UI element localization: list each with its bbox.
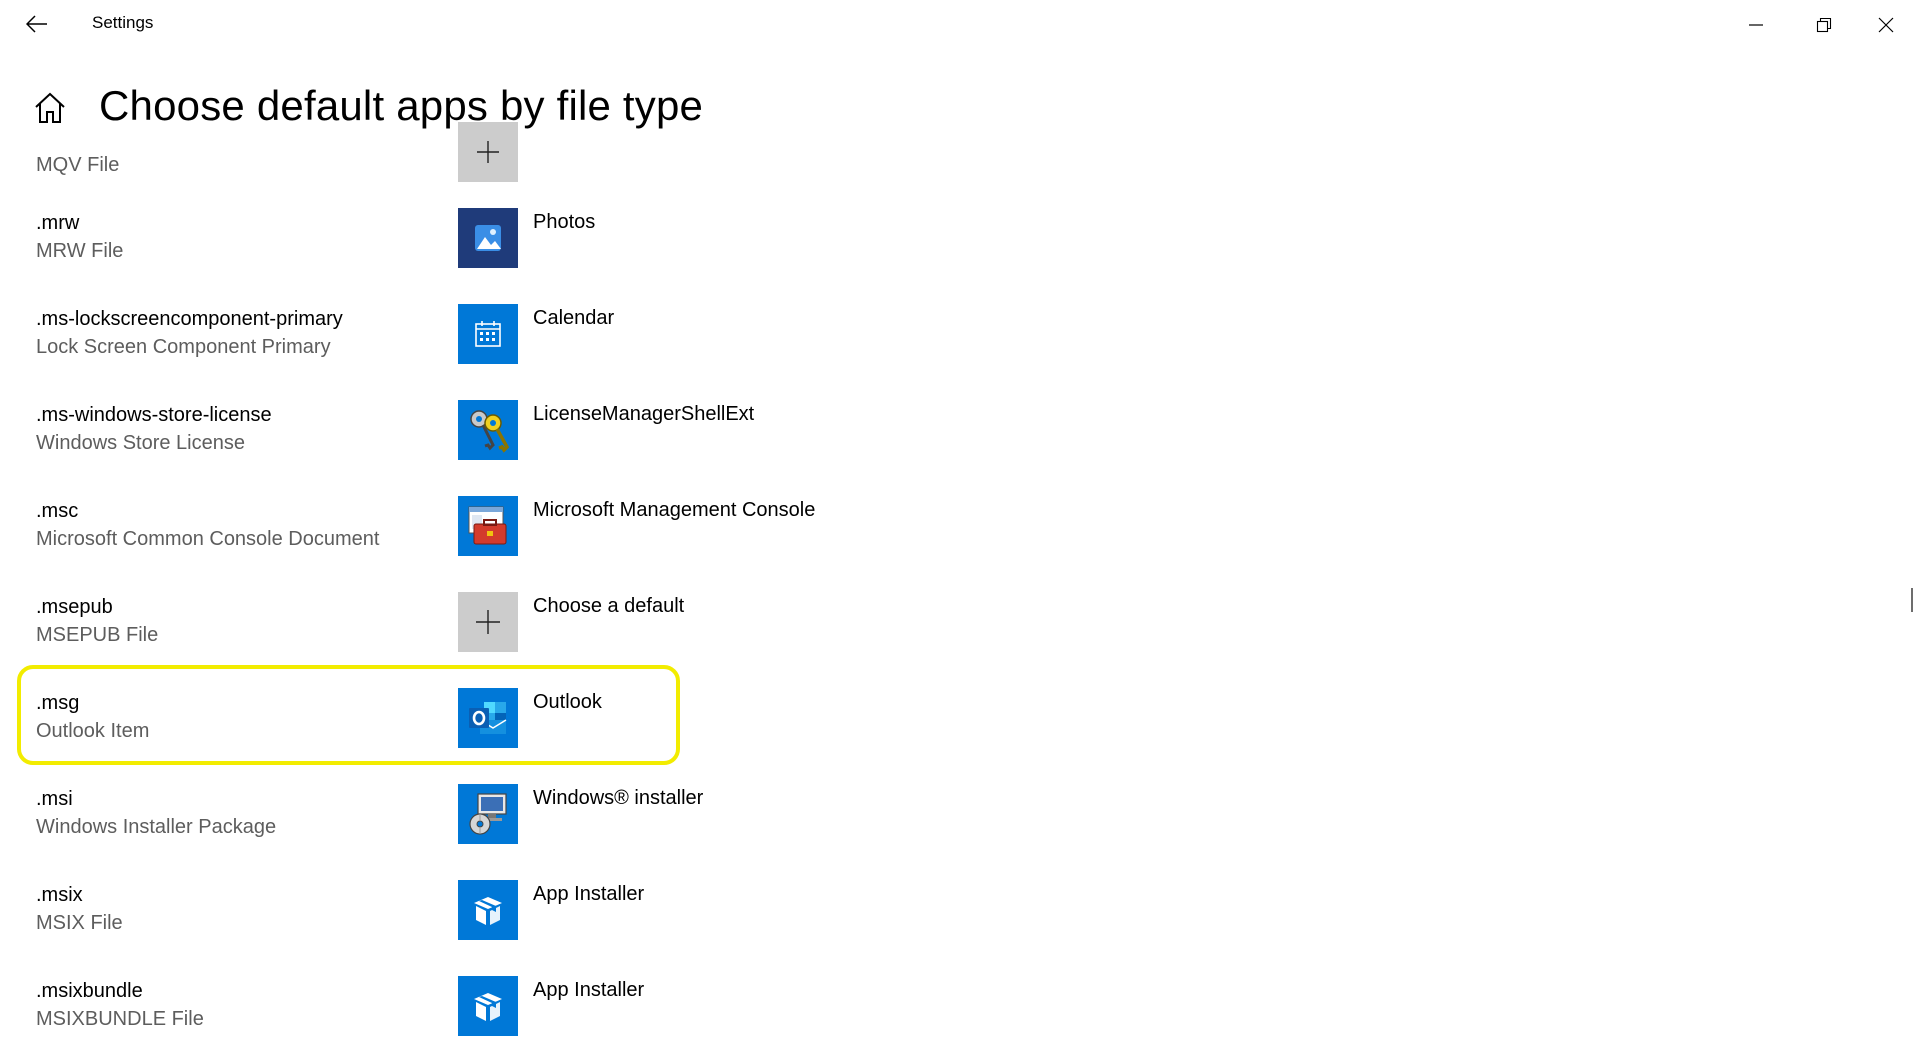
default-app-name: Calendar — [533, 307, 615, 329]
default-app-button[interactable]: Microsoft Management Console — [458, 496, 878, 558]
default-app-button[interactable]: App Installer — [458, 976, 878, 1038]
file-type-list: MQV File .mrw MRW File Photos .ms-locksc… — [0, 0, 1900, 1036]
list-item: .msix MSIX File App Installer — [18, 868, 678, 960]
list-item: .msepub MSEPUB File Choose a default — [18, 580, 684, 672]
file-type-description: MQV File — [36, 154, 120, 176]
list-item: .msg Outlook Item Outlook — [18, 676, 678, 768]
default-app-name: Photos — [533, 211, 596, 233]
list-item: .mrw MRW File Photos — [18, 196, 678, 288]
file-extension: .msepub — [36, 596, 113, 618]
file-type-description: Windows Store License — [36, 432, 245, 454]
package-icon — [458, 880, 518, 940]
home-button[interactable] — [32, 90, 68, 126]
plus-icon — [458, 592, 518, 652]
list-item: .msi Windows Installer Package Windows® … — [18, 772, 703, 864]
default-app-button[interactable]: LicenseManagerShellExt — [458, 400, 878, 462]
default-app-button[interactable]: Outlook — [458, 688, 878, 750]
toolbox-icon — [458, 496, 518, 556]
file-type-description: MSIXBUNDLE File — [36, 1008, 204, 1030]
file-type-description: Lock Screen Component Primary — [36, 336, 331, 358]
file-extension: .msg — [36, 692, 80, 714]
list-item: .msc Microsoft Common Console Document M… — [18, 484, 815, 576]
file-type-description: Outlook Item — [36, 720, 150, 742]
scrollbar-thumb[interactable] — [1911, 588, 1913, 612]
list-item: .ms-lockscreencomponent-primary Lock Scr… — [18, 292, 678, 384]
file-extension: .msix — [36, 884, 83, 906]
default-app-name: Choose a default — [533, 595, 685, 617]
file-extension: .ms-windows-store-license — [36, 404, 272, 426]
file-type-description: Microsoft Common Console Document — [36, 528, 380, 550]
outlook-icon — [458, 688, 518, 748]
file-extension: .mrw — [36, 212, 80, 234]
file-type-description: Windows Installer Package — [36, 816, 277, 838]
default-app-button[interactable]: Calendar — [458, 304, 878, 366]
default-app-button[interactable]: Photos — [458, 208, 878, 270]
default-app-name: App Installer — [533, 979, 645, 1001]
page-title: Choose default apps by file type — [99, 82, 704, 129]
package-icon — [458, 976, 518, 1036]
default-app-name: Windows® installer — [533, 787, 704, 809]
list-item: .msixbundle MSIXBUNDLE File App Installe… — [18, 964, 678, 1056]
file-extension: .ms-lockscreencomponent-primary — [36, 308, 343, 330]
default-app-name: Microsoft Management Console — [533, 499, 816, 521]
default-app-name: Outlook — [533, 691, 602, 713]
default-app-button[interactable]: Windows® installer — [458, 784, 878, 846]
file-extension: .msc — [36, 500, 79, 522]
file-extension: .msixbundle — [36, 980, 143, 1002]
home-icon — [35, 92, 65, 123]
file-type-description: MRW File — [36, 240, 124, 262]
default-app-button[interactable]: App Installer — [458, 880, 878, 942]
page-header: Choose default apps by file type — [0, 62, 1920, 147]
default-app-button[interactable]: Choose a default — [458, 592, 878, 654]
file-type-description: MSIX File — [36, 912, 123, 934]
photos-icon — [458, 208, 518, 268]
list-item: .ms-windows-store-license Windows Store … — [18, 388, 754, 480]
calendar-icon — [458, 304, 518, 364]
installer-icon — [458, 784, 518, 844]
default-app-name: App Installer — [533, 883, 645, 905]
file-extension: .msi — [36, 788, 73, 810]
file-type-description: MSEPUB File — [36, 624, 159, 646]
default-app-name: LicenseManagerShellExt — [533, 403, 755, 425]
keys-icon — [458, 400, 518, 460]
